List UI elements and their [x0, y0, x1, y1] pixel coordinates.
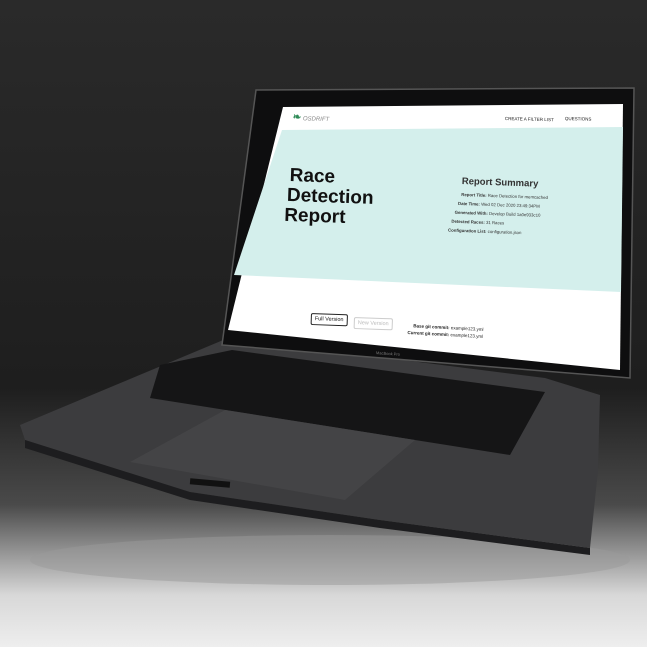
summary-value: Develop Build 1a0e933c10 — [488, 210, 541, 218]
report-summary: Report Summary Report Title: Race Detect… — [448, 176, 549, 238]
summary-value: Wed 02 Dec 2020 23:49:34PM — [481, 201, 540, 209]
logo-icon: ❧ — [292, 112, 302, 124]
logo-text: OSDRIFT — [302, 116, 330, 123]
logo[interactable]: ❧ OSDRIFT — [293, 112, 330, 124]
commit-label: Current git commit: — [407, 329, 450, 338]
full-version-button[interactable]: Full Version — [310, 313, 348, 327]
new-version-button[interactable]: New Version — [353, 317, 393, 331]
summary-label: Configuration List: — [448, 227, 487, 234]
hero-title-line: Report — [283, 204, 346, 228]
summary-value: 31 Races — [485, 219, 505, 226]
hero-title: Race Detection Report — [284, 165, 375, 229]
summary-label: Date Time: — [457, 200, 481, 207]
nav-questions[interactable]: QUESTIONS — [565, 116, 592, 122]
summary-label: Detected Races: — [451, 218, 485, 225]
summary-label: Report Title: — [461, 191, 487, 198]
summary-label: Generated With: — [454, 209, 488, 216]
summary-heading: Report Summary — [461, 176, 539, 190]
commit-value: example123.yml — [450, 332, 484, 339]
summary-value: Race Detection for memcached — [487, 192, 549, 201]
summary-value: configuration.json — [487, 228, 522, 236]
